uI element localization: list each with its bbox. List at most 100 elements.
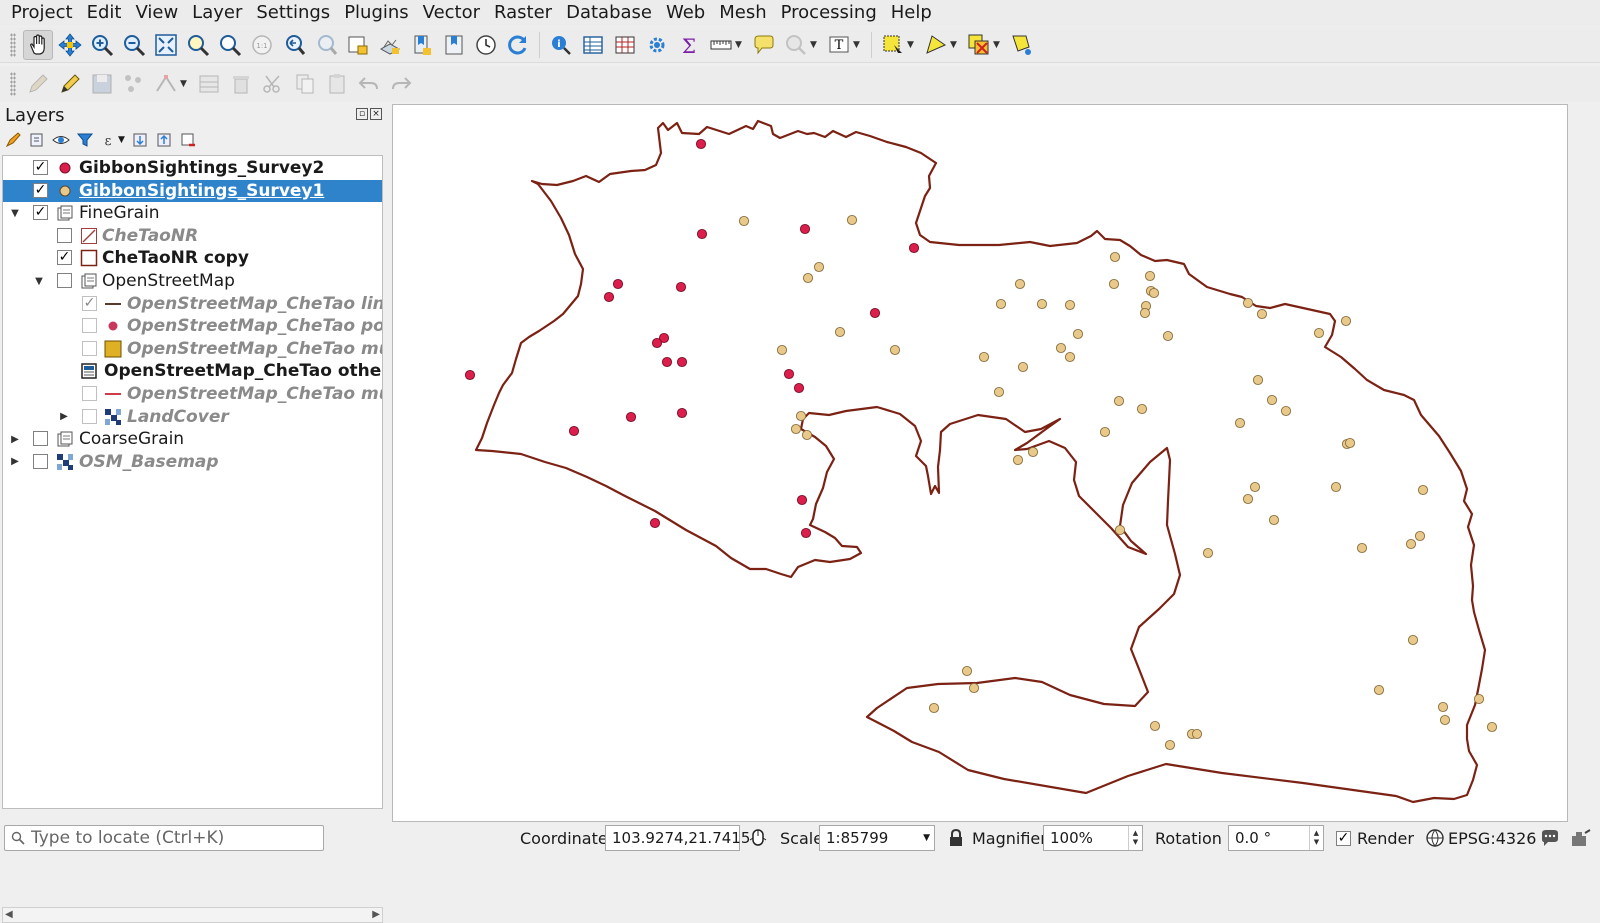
statistical-summary-button[interactable]: Σ: [674, 30, 704, 60]
current-edits-button[interactable]: [23, 69, 53, 99]
text-annotation-button[interactable]: T: [824, 30, 854, 60]
measure-button[interactable]: [706, 30, 736, 60]
menu-raster[interactable]: Raster: [487, 0, 559, 26]
rotation-spinbox[interactable]: 0.0 ° ▲ ▼: [1228, 825, 1324, 851]
magnifier-spinbox[interactable]: 100% ▲ ▼: [1043, 825, 1143, 851]
locate-feature-button[interactable]: [781, 30, 811, 60]
expand-group-icon[interactable]: ▶: [59, 406, 69, 428]
layer-row[interactable]: OpenStreetMap_CheTao multilinestrings: [3, 383, 382, 405]
annotation-dropdown-arrow[interactable]: ▼: [853, 40, 863, 50]
zoom-last-button[interactable]: [279, 30, 309, 60]
expand-all-icon[interactable]: [131, 131, 149, 149]
messages-icon[interactable]: [1540, 828, 1560, 848]
zoom-in-button[interactable]: [87, 30, 117, 60]
layer-visibility-checkbox[interactable]: ✓: [33, 182, 48, 198]
expand-group-icon[interactable]: ▶: [10, 428, 20, 450]
layer-row[interactable]: CheTaoNR: [3, 225, 382, 247]
paste-features-button[interactable]: [322, 69, 352, 99]
layer-row[interactable]: ▼ OpenStreetMap: [3, 270, 382, 292]
layer-row[interactable]: ✓ CheTaoNR copy: [3, 247, 382, 269]
menu-edit[interactable]: Edit: [80, 0, 129, 26]
modify-attributes-button[interactable]: [194, 69, 224, 99]
collapse-group-icon[interactable]: ▼: [10, 202, 20, 224]
save-edits-button[interactable]: [87, 69, 117, 99]
layer-visibility-checkbox[interactable]: [57, 227, 72, 243]
identify-features-button[interactable]: i: [546, 30, 576, 60]
undo-button[interactable]: [354, 69, 384, 99]
toggle-editing-button[interactable]: [55, 69, 85, 99]
deselect-dropdown-arrow[interactable]: ▼: [993, 40, 1003, 50]
zoom-full-button[interactable]: [151, 30, 181, 60]
layer-row[interactable]: ▶ LandCover: [3, 406, 382, 428]
zoom-to-layer-button[interactable]: [215, 30, 245, 60]
map-layers[interactable]: [393, 105, 1569, 823]
toolbar-grip[interactable]: [10, 72, 16, 96]
vertex-dropdown-arrow[interactable]: ▼: [180, 79, 190, 89]
style-brush-icon[interactable]: [4, 131, 22, 149]
layer-visibility-checkbox[interactable]: ✓: [33, 160, 48, 175]
layer-row[interactable]: ▶ OSM_Basemap: [3, 451, 382, 473]
scroll-right-icon[interactable]: ▶: [372, 909, 380, 920]
zoom-next-button[interactable]: [311, 30, 341, 60]
layer-row[interactable]: ▼ ✓ FineGrain: [3, 202, 382, 224]
redo-button[interactable]: [386, 69, 416, 99]
copy-features-button[interactable]: [290, 69, 320, 99]
menu-layer[interactable]: Layer: [185, 0, 249, 26]
new-3d-view-button[interactable]: [375, 30, 405, 60]
layer-visibility-checkbox[interactable]: [82, 408, 97, 424]
menu-database[interactable]: Database: [559, 0, 659, 26]
layer-visibility-checkbox[interactable]: [33, 431, 48, 447]
menu-mesh[interactable]: Mesh: [712, 0, 773, 26]
layer-row[interactable]: ✓ OpenStreetMap_CheTao lines: [3, 293, 382, 315]
menu-help[interactable]: Help: [884, 0, 939, 26]
select-by-value-button[interactable]: [921, 30, 951, 60]
scale-dropdown-arrow[interactable]: ▼: [923, 826, 930, 850]
render-checkbox[interactable]: ✓: [1336, 831, 1351, 846]
select-value-dropdown-arrow[interactable]: ▼: [950, 40, 960, 50]
pan-map-button[interactable]: [23, 29, 53, 60]
zoom-native-button[interactable]: 1:1: [247, 30, 277, 60]
menu-web[interactable]: Web: [659, 0, 712, 26]
pan-to-selection-button[interactable]: [55, 30, 85, 60]
menu-processing[interactable]: Processing: [774, 0, 884, 26]
menu-project[interactable]: Project: [4, 0, 80, 26]
show-bookmarks-button[interactable]: [439, 30, 469, 60]
delete-selected-button[interactable]: [226, 69, 256, 99]
menu-settings[interactable]: Settings: [249, 0, 337, 26]
layer-row[interactable]: ✓ GibbonSightings_Survey2: [3, 157, 382, 179]
processing-toolbox-button[interactable]: [642, 30, 672, 60]
deselect-features-button[interactable]: [964, 30, 994, 60]
temporal-controller-button[interactable]: [471, 30, 501, 60]
menu-plugins[interactable]: Plugins: [337, 0, 415, 26]
layer-row[interactable]: ✓ GibbonSightings_Survey1: [3, 179, 382, 202]
layer-row[interactable]: OpenStreetMap_CheTao points: [3, 315, 382, 337]
layer-visibility-checkbox[interactable]: ✓: [82, 295, 97, 311]
filter-icon[interactable]: [76, 131, 94, 149]
float-panel-button[interactable]: ▫: [356, 108, 368, 120]
cut-features-button[interactable]: [258, 69, 288, 99]
new-map-view-button[interactable]: [343, 30, 373, 60]
menu-vector[interactable]: Vector: [416, 0, 487, 26]
attribute-table-button[interactable]: [578, 30, 608, 60]
field-calculator-button[interactable]: [610, 30, 640, 60]
map-canvas[interactable]: [392, 104, 1568, 822]
add-group-icon[interactable]: [28, 131, 46, 149]
layer-visibility-checkbox[interactable]: [82, 340, 97, 356]
rotation-spin-arrows[interactable]: ▲ ▼: [1309, 826, 1323, 850]
select-dropdown-arrow[interactable]: ▼: [907, 40, 917, 50]
layer-row[interactable]: OpenStreetMap_CheTao multipolygons: [3, 338, 382, 360]
select-by-expression-button[interactable]: [1007, 30, 1037, 60]
measure-dropdown-arrow[interactable]: ▼: [735, 40, 745, 50]
layer-row[interactable]: ▶ CoarseGrain: [3, 428, 382, 450]
filter-expression-icon[interactable]: ε: [100, 131, 118, 149]
locate-dropdown-arrow[interactable]: ▼: [810, 40, 820, 50]
menu-view[interactable]: View: [128, 0, 185, 26]
visibility-eye-icon[interactable]: [52, 131, 70, 149]
scroll-left-icon[interactable]: ◀: [5, 909, 13, 920]
layer-row[interactable]: OpenStreetMap_CheTao other_relations: [3, 360, 382, 382]
locator-search-input[interactable]: Type to locate (Ctrl+K): [4, 825, 324, 851]
layer-visibility-checkbox[interactable]: ✓: [33, 205, 48, 221]
layer-visibility-checkbox[interactable]: [82, 386, 97, 401]
layer-visibility-checkbox[interactable]: ✓: [57, 250, 72, 266]
new-bookmark-button[interactable]: [407, 30, 437, 60]
